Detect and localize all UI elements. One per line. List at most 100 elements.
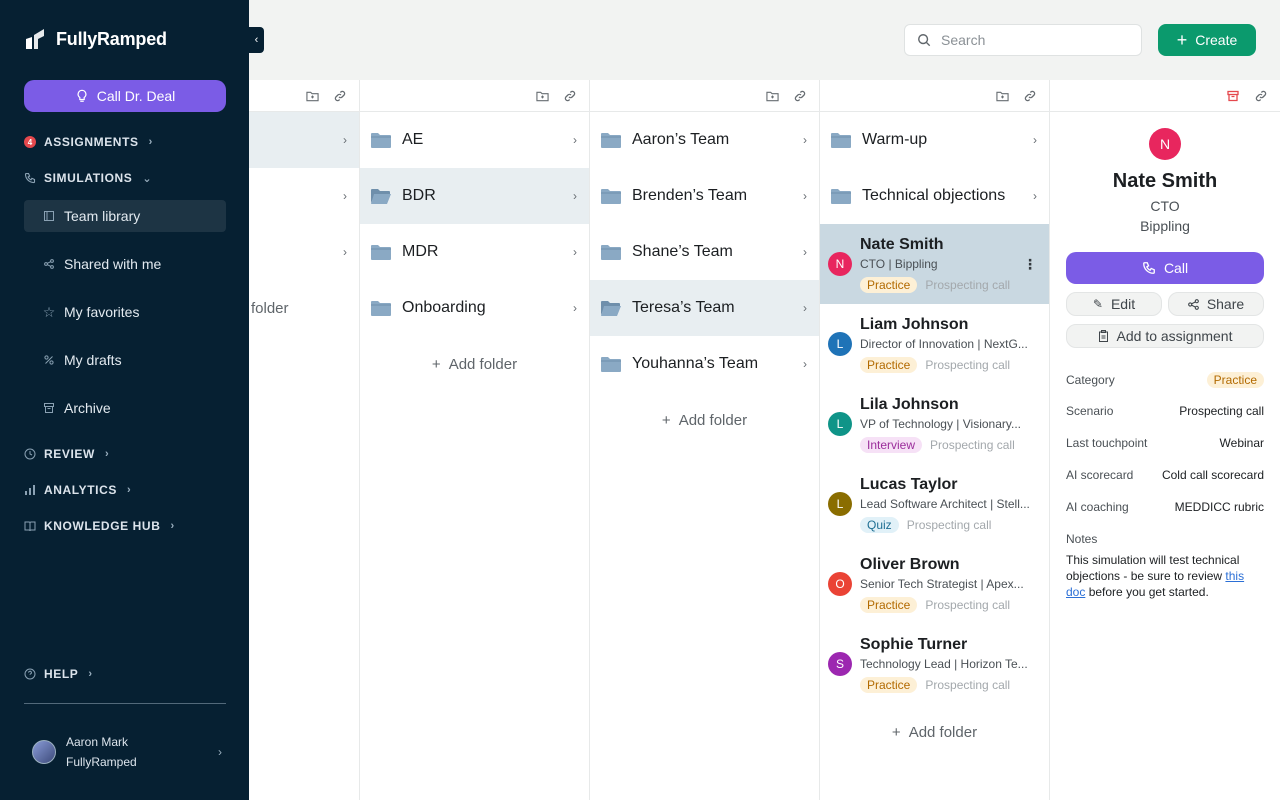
user-menu[interactable]: Aaron Mark FullyRamped › [32,732,222,772]
folder-row-warm-up[interactable]: Warm-up › [820,112,1049,168]
add-folder-button[interactable]: + Add folder [360,336,589,392]
avatar: L [828,492,852,516]
add-folder-label: Add folder [678,411,748,429]
plus-icon: + [1176,30,1188,50]
folder-row-technical-objections[interactable]: Technical objections › [820,168,1049,224]
new-folder-icon[interactable] [535,89,549,103]
simulation-row-lucas-taylor[interactable]: L Lucas Taylor Lead Software Architect |… [820,464,1049,544]
folder-label: Youhanna’s Team [632,355,759,372]
create-label: Create [1195,32,1238,48]
add-folder-button[interactable]: + Add folder [590,392,819,448]
folder-row-shanes-team[interactable]: Shane’s Team › [590,224,819,280]
meta-value: Prospecting call [1179,404,1264,418]
chevron-right-icon: › [1033,189,1037,203]
nav-assignments[interactable]: 4 ASSIGNMENTS › [24,135,153,149]
create-button[interactable]: + Create [1158,24,1256,56]
collapse-sidebar-button[interactable]: ‹ [249,27,264,53]
folder-row-youhannas-team[interactable]: Youhanna’s Team › [590,336,819,392]
simulation-subtitle: Technology Lead | Horizon Te... [860,657,1028,671]
folder-row-brendens-team[interactable]: Brenden’s Team › [590,168,819,224]
sidebar-item-my-favorites[interactable]: ☆ My favorites [24,296,226,328]
nav-help[interactable]: HELP › [24,667,93,681]
brand-logo[interactable]: FullyRamped [24,27,167,51]
chevron-right-icon: › [343,245,347,259]
nav-help-label: HELP [44,667,79,681]
sidebar: FullyRamped Call Dr. Deal 4 ASSIGNMENTS … [0,0,249,800]
brand-name: FullyRamped [56,28,167,49]
archive-icon[interactable] [1226,89,1240,103]
simulation-row-liam-johnson[interactable]: L Liam Johnson Director of Innovation | … [820,304,1049,384]
nav-analytics[interactable]: ANALYTICS › [24,483,131,497]
more-options-icon[interactable]: ⋮ [1023,256,1037,273]
share-icon [1187,298,1199,310]
folder-row-aarons-team[interactable]: Aaron’s Team › [590,112,819,168]
link-icon[interactable] [1254,89,1268,103]
category-tag: Practice [860,597,918,613]
sidebar-item-shared-with-me[interactable]: Shared with me [24,248,226,280]
simulation-subtitle: Director of Innovation | NextG... [860,337,1028,351]
folder-row[interactable]: › [249,112,359,168]
user-org: FullyRamped [66,755,137,769]
folder-row-onboarding[interactable]: Onboarding › [360,280,589,336]
share-button[interactable]: Share [1168,292,1264,316]
folder-row[interactable]: › [249,168,359,224]
help-icon [24,668,36,680]
folder-icon [831,189,851,204]
folder-row-teresas-team[interactable]: Teresa’s Team › [590,280,819,336]
search-box[interactable] [904,24,1142,56]
column-toolbar [590,80,819,112]
user-name: Aaron Mark [66,735,129,749]
link-icon[interactable] [793,89,807,103]
call-dr-deal-button[interactable]: Call Dr. Deal [24,80,226,112]
add-to-assignment-button[interactable]: Add to assignment [1066,324,1264,348]
meta-label: Last touchpoint [1066,436,1148,450]
link-icon[interactable] [333,89,347,103]
simulation-row-oliver-brown[interactable]: O Oliver Brown Senior Tech Strategist | … [820,544,1049,624]
call-button[interactable]: Call [1066,252,1264,284]
scenario-label: Prospecting call [906,518,992,532]
link-icon[interactable] [1023,89,1037,103]
category-tag: Interview [860,437,923,453]
search-input[interactable] [941,32,1121,48]
add-to-assignment-label: Add to assignment [1116,328,1233,344]
notes-body: This simulation will test technical obje… [1066,553,1240,583]
plus-icon: + [891,723,901,741]
add-folder-button[interactable]: + Add folder [820,704,1049,760]
folder-row-bdr[interactable]: BDR › [360,168,589,224]
simulation-row-sophie-turner[interactable]: S Sophie Turner Technology Lead | Horizo… [820,624,1049,704]
edit-button[interactable]: ✎ Edit [1066,292,1162,316]
share-icon [44,259,54,269]
category-tag: Practice [860,357,918,373]
nav-simulations[interactable]: SIMULATIONS ⌄ [24,171,152,185]
phone-icon [1143,262,1155,274]
link-icon[interactable] [563,89,577,103]
simulation-row-lila-johnson[interactable]: L Lila Johnson VP of Technology | Vision… [820,384,1049,464]
folder-row[interactable]: › [249,224,359,280]
sidebar-item-label: My favorites [64,304,140,320]
new-folder-icon[interactable] [305,89,319,103]
sidebar-item-my-drafts[interactable]: My drafts [24,344,226,376]
chevron-right-icon: › [803,245,807,259]
chevron-right-icon: › [803,133,807,147]
simulation-subtitle: VP of Technology | Visionary... [860,417,1021,431]
column-toolbar [820,80,1049,112]
share-label: Share [1206,296,1245,312]
sidebar-item-team-library[interactable]: Team library [24,200,226,232]
simulation-row-nate-smith[interactable]: N Nate Smith CTO | Bippling Practice Pros… [820,224,1049,304]
chevron-right-icon: › [803,189,807,203]
new-folder-icon[interactable] [765,89,779,103]
folder-row-mdr[interactable]: MDR › [360,224,589,280]
sidebar-item-archive[interactable]: Archive [24,392,226,424]
add-folder-label: Add folder [448,355,518,373]
meta-row-ai-scorecard: AI scorecard Cold call scorecard [1066,468,1264,482]
folder-row-ae[interactable]: AE › [360,112,589,168]
add-folder-button[interactable]: folder [249,280,359,336]
avatar [32,740,56,764]
nav-knowledge-hub[interactable]: KNOWLEDGE HUB › [24,519,175,533]
new-folder-icon[interactable] [995,89,1009,103]
nav-review[interactable]: REVIEW › [24,447,109,461]
avatar: S [828,652,852,676]
folder-label: BDR [402,187,436,204]
plus-icon: + [661,411,671,429]
meta-value: MEDDICC rubric [1174,500,1264,514]
